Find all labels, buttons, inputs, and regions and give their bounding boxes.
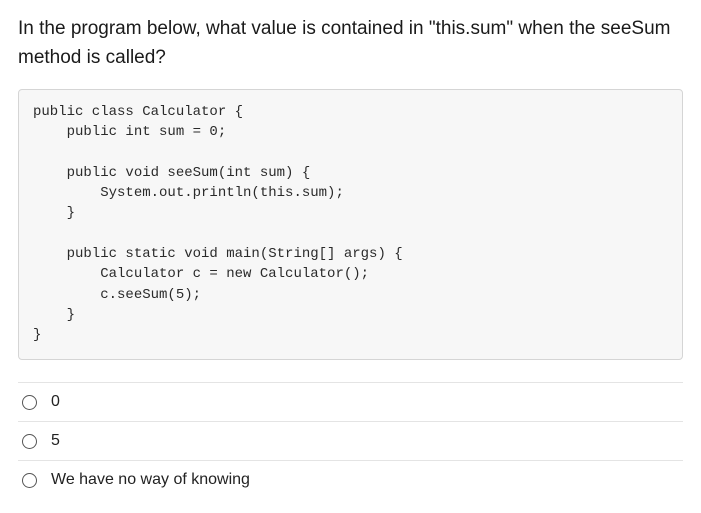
option-label: 0 xyxy=(51,393,60,411)
option-label: We have no way of knowing xyxy=(51,471,250,489)
option-2[interactable]: We have no way of knowing xyxy=(18,461,683,499)
options-list: 0 5 We have no way of knowing xyxy=(18,382,683,499)
radio-icon xyxy=(22,434,37,449)
code-block: public class Calculator { public int sum… xyxy=(18,89,683,361)
option-0[interactable]: 0 xyxy=(18,382,683,422)
radio-icon xyxy=(22,473,37,488)
option-1[interactable]: 5 xyxy=(18,422,683,461)
radio-icon xyxy=(22,395,37,410)
option-label: 5 xyxy=(51,432,60,450)
question-text: In the program below, what value is cont… xyxy=(18,14,683,73)
